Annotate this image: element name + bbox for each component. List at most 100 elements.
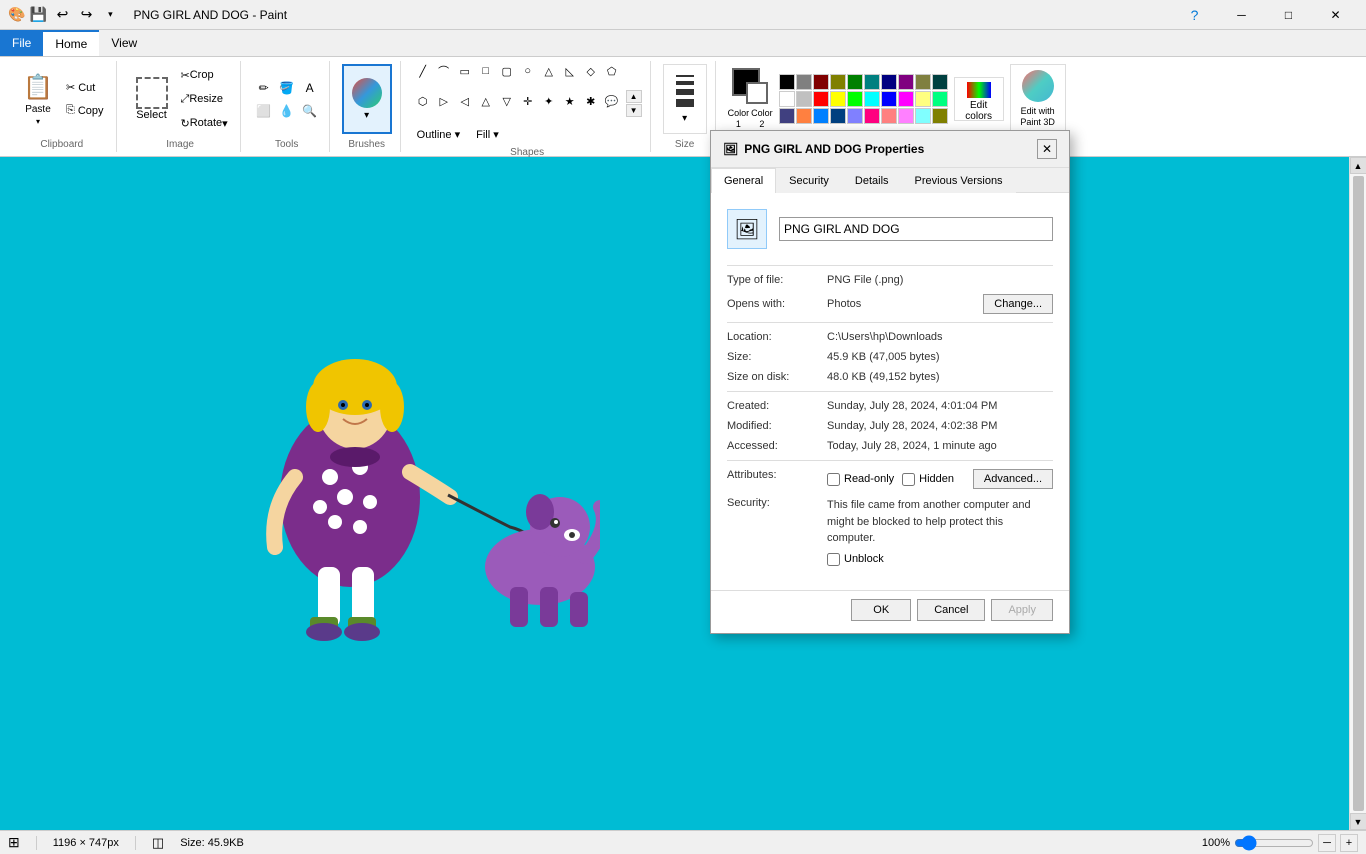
rotate-button[interactable]: ↻ Rotate ▾	[177, 112, 232, 134]
color-swatch[interactable]	[847, 74, 863, 90]
copy-button[interactable]: ⎘Copy	[62, 100, 108, 122]
shape-pentagon[interactable]: ⬠	[602, 61, 622, 81]
shape-diamond[interactable]: ◇	[581, 61, 601, 81]
tab-security[interactable]: Security	[776, 168, 842, 193]
edit-colors-button[interactable]: Editcolors	[954, 77, 1004, 121]
cancel-button[interactable]: Cancel	[917, 599, 985, 621]
readonly-checkbox[interactable]	[827, 473, 840, 486]
zoom-slider[interactable]	[1234, 835, 1314, 851]
tab-previous-versions[interactable]: Previous Versions	[902, 168, 1016, 193]
color-swatch[interactable]	[881, 74, 897, 90]
unblock-checkbox[interactable]	[827, 553, 840, 566]
color2-box[interactable]	[746, 82, 768, 104]
color-swatch[interactable]	[779, 91, 795, 107]
color-swatch[interactable]	[898, 74, 914, 90]
help-button[interactable]: ?	[1172, 0, 1217, 30]
change-app-button[interactable]: Change...	[983, 294, 1053, 314]
magnify-tool[interactable]: 🔍	[299, 100, 321, 122]
shape-rounded-rect[interactable]: ▢	[497, 61, 517, 81]
tab-view[interactable]: View	[99, 30, 149, 56]
color-swatch[interactable]	[779, 108, 795, 124]
brushes-button[interactable]: ▾	[342, 64, 392, 134]
shape-callout[interactable]: 💬	[602, 92, 622, 112]
color-swatch[interactable]	[932, 108, 948, 124]
zoom-in-button[interactable]: +	[1340, 834, 1358, 852]
color-pick-tool[interactable]: 💧	[276, 100, 298, 122]
color-swatch[interactable]	[898, 91, 914, 107]
advanced-button[interactable]: Advanced...	[973, 469, 1053, 489]
eraser-tool[interactable]: ⬜	[253, 100, 275, 122]
color-swatch[interactable]	[813, 74, 829, 90]
readonly-checkbox-label[interactable]: Read-only	[827, 473, 894, 486]
color-swatch[interactable]	[915, 108, 931, 124]
color-swatch[interactable]	[864, 74, 880, 90]
cut-button[interactable]: ✂Cut	[62, 77, 108, 99]
color-swatch[interactable]	[932, 91, 948, 107]
shape-rect2[interactable]: □	[476, 61, 496, 81]
close-button[interactable]: ✕	[1313, 0, 1358, 30]
color-swatch[interactable]	[915, 74, 931, 90]
color-swatch[interactable]	[864, 108, 880, 124]
qat-save-button[interactable]: 💾	[27, 4, 49, 26]
outline-dropdown[interactable]: Outline ▾	[413, 123, 464, 145]
color-swatch[interactable]	[830, 74, 846, 90]
scroll-up-arrow[interactable]: ▲	[1350, 157, 1366, 174]
fill-dropdown[interactable]: Fill ▾	[472, 123, 503, 145]
minimize-button[interactable]: ─	[1219, 0, 1264, 30]
select-button[interactable]: Select	[129, 74, 175, 124]
color-swatch[interactable]	[881, 91, 897, 107]
shapes-scroll-down[interactable]: ▼	[626, 104, 642, 117]
color-swatch[interactable]	[881, 108, 897, 124]
hidden-checkbox[interactable]	[902, 473, 915, 486]
hidden-checkbox-label[interactable]: Hidden	[902, 473, 954, 486]
unblock-checkbox-label[interactable]: Unblock	[827, 553, 1053, 566]
color-swatch[interactable]	[915, 91, 931, 107]
shapes-scroll-up[interactable]: ▲	[626, 90, 642, 103]
color-swatch[interactable]	[796, 108, 812, 124]
shape-star4[interactable]: ✦	[539, 92, 559, 112]
tab-home[interactable]: Home	[43, 30, 99, 56]
tab-details[interactable]: Details	[842, 168, 902, 193]
apply-button[interactable]: Apply	[991, 599, 1053, 621]
pencil-tool[interactable]: ✏	[253, 77, 275, 99]
shape-star5[interactable]: ★	[560, 92, 580, 112]
shape-left-arrow[interactable]: ◁	[455, 92, 475, 112]
scroll-thumb[interactable]	[1353, 176, 1364, 811]
color-swatch[interactable]	[813, 108, 829, 124]
paste-button[interactable]: 📋 Paste ▾	[16, 71, 60, 127]
color-swatch[interactable]	[830, 91, 846, 107]
fill-tool[interactable]: 🪣	[276, 77, 298, 99]
qat-redo-button[interactable]: ↪	[75, 4, 97, 26]
crop-button[interactable]: ✂ Crop	[177, 64, 232, 86]
color-swatch[interactable]	[813, 91, 829, 107]
color2-label[interactable]: Color2	[751, 108, 773, 130]
shape-up-arrow[interactable]: △	[476, 92, 496, 112]
color-swatch[interactable]	[864, 91, 880, 107]
tab-general[interactable]: General	[711, 168, 776, 193]
color-swatch[interactable]	[932, 74, 948, 90]
tab-file[interactable]: File	[0, 30, 43, 56]
scroll-down-arrow[interactable]: ▼	[1350, 813, 1366, 830]
shape-right-triangle[interactable]: ◺	[560, 61, 580, 81]
shape-4-arrow[interactable]: ✛	[518, 92, 538, 112]
canvas-area[interactable]	[0, 157, 1349, 830]
filename-input[interactable]	[779, 217, 1053, 241]
size-button[interactable]: ▾	[663, 64, 707, 134]
maximize-button[interactable]: □	[1266, 0, 1311, 30]
shape-down-arrow[interactable]: ▽	[497, 92, 517, 112]
dialog-close-button[interactable]: ✕	[1037, 139, 1057, 159]
shape-rect[interactable]: ▭	[455, 61, 475, 81]
shape-hex[interactable]: ⬡	[413, 92, 433, 112]
resize-button[interactable]: ⤢ Resize	[177, 88, 232, 110]
color1-label[interactable]: Color1	[728, 108, 750, 130]
color-swatch[interactable]	[847, 108, 863, 124]
edit-with-paint3d-button[interactable]: Edit with Paint 3D	[1010, 64, 1066, 134]
text-tool[interactable]: A	[299, 77, 321, 99]
color-swatch[interactable]	[847, 91, 863, 107]
color-swatch[interactable]	[830, 108, 846, 124]
color-swatch[interactable]	[898, 108, 914, 124]
shape-ellipse[interactable]: ○	[518, 61, 538, 81]
color-swatch[interactable]	[796, 74, 812, 90]
shape-star6[interactable]: ✱	[581, 92, 601, 112]
qat-undo-button[interactable]: ↩	[51, 4, 73, 26]
